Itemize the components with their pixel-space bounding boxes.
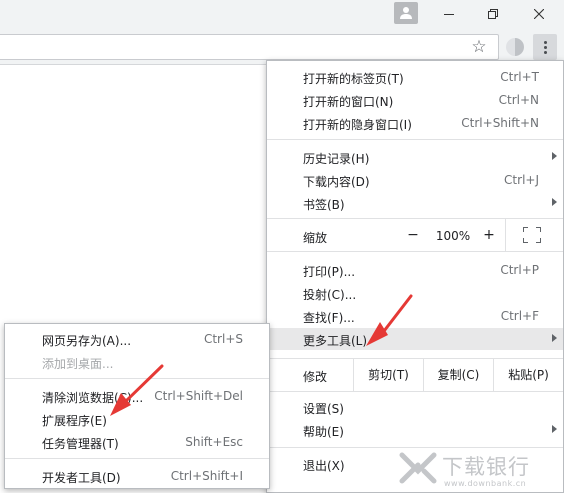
menu-item-label: 打开新的隐身窗口(I) [303,118,412,132]
menu-item-label: 书签(B) [303,198,345,212]
menu-item-label: 任务管理器(T) [42,437,119,451]
edit-row: 修改 剪切(T) 复制(C) 粘贴(P) [267,358,563,392]
copy-button[interactable]: 复制(C) [423,359,493,391]
menu-item-shortcut: Ctrl+N [498,93,539,107]
close-icon[interactable] [516,0,562,28]
menu-item-add-to-desktop: 添加到桌面... [5,351,269,373]
menu-item-label: 打开新的标签页(T) [303,72,404,86]
zoom-in-button[interactable]: + [477,226,501,244]
submenu-arrow-icon [552,152,557,160]
menu-kebab-icon[interactable] [533,34,557,60]
menu-item-bookmarks[interactable]: 书签(B) [267,192,563,214]
edit-label: 修改 [303,370,328,384]
menu-item-label: 添加到桌面... [42,357,114,371]
more-tools-submenu: 网页另存为(A)... Ctrl+S 添加到桌面... 清除浏览数据(C)...… [4,323,270,489]
menu-item-downloads[interactable]: 下载内容(D) Ctrl+J [267,169,563,191]
menu-item-more-tools[interactable]: 更多工具(L) [267,328,563,350]
menu-item-label: 退出(X) [303,459,345,473]
menu-item-shortcut: Ctrl+J [504,173,539,187]
zoom-level: 100% [435,229,471,243]
menu-item-new-incognito[interactable]: 打开新的隐身窗口(I) Ctrl+Shift+N [267,112,563,134]
menu-divider [5,378,269,379]
submenu-arrow-icon [552,198,557,206]
minimize-icon[interactable] [426,0,472,28]
zoom-row: 缩放 − 100% + [267,219,563,251]
menu-item-label: 下载内容(D) [303,175,370,189]
bookmark-star-icon[interactable]: ☆ [470,38,488,56]
menu-item-save-page[interactable]: 网页另存为(A)... Ctrl+S [5,328,269,350]
watermark-text: 下载银行 [442,455,530,479]
menu-item-history[interactable]: 历史记录(H) [267,146,563,168]
menu-item-shortcut: Ctrl+P [500,263,539,277]
menu-item-shortcut: Ctrl+Shift+Del [154,389,243,403]
watermark-url: www.downbank.cn [444,479,527,488]
title-bar [0,0,564,28]
menu-divider [267,447,563,448]
menu-item-label: 投射(C)... [303,288,357,302]
menu-item-print[interactable]: 打印(P)... Ctrl+P [267,259,563,281]
menu-item-label: 打印(P)... [303,265,356,279]
menu-item-task-manager[interactable]: 任务管理器(T) Shift+Esc [5,431,269,453]
menu-item-shortcut: Ctrl+Shift+I [170,469,243,483]
watermark-logo-icon [399,452,437,484]
menu-divider [267,139,563,140]
zoom-divider [505,219,506,251]
submenu-arrow-icon [552,334,557,342]
menu-item-dev-tools[interactable]: 开发者工具(D) Ctrl+Shift+I [5,465,269,487]
watermark: 下载银行 www.downbank.cn [398,449,558,489]
menu-item-clear-data[interactable]: 清除浏览数据(C)... Ctrl+Shift+Del [5,385,269,407]
menu-item-settings[interactable]: 设置(S) [267,396,563,418]
menu-divider [5,458,269,459]
menu-item-label: 清除浏览数据(C)... [42,391,144,405]
address-bar[interactable]: ☆ [0,34,499,60]
menu-item-new-tab[interactable]: 打开新的标签页(T) Ctrl+T [267,66,563,88]
restore-icon[interactable] [470,0,516,28]
chrome-main-menu: 打开新的标签页(T) Ctrl+T 打开新的窗口(N) Ctrl+N 打开新的隐… [266,60,564,493]
menu-item-label: 帮助(E) [303,425,344,439]
zoom-label: 缩放 [303,231,328,245]
menu-item-label: 设置(S) [303,402,344,416]
cut-button[interactable]: 剪切(T) [353,359,423,391]
paste-button[interactable]: 粘贴(P) [493,359,563,391]
menu-item-label: 打开新的窗口(N) [303,95,394,109]
menu-item-label: 扩展程序(E) [42,414,107,428]
menu-item-new-window[interactable]: 打开新的窗口(N) Ctrl+N [267,89,563,111]
menu-item-find[interactable]: 查找(F)... Ctrl+F [267,305,563,327]
menu-item-shortcut: Ctrl+Shift+N [461,116,539,130]
menu-item-extensions[interactable]: 扩展程序(E) [5,408,269,430]
profile-icon[interactable] [394,2,418,24]
menu-item-label: 历史记录(H) [303,152,370,166]
menu-divider [267,251,563,252]
menu-item-label: 更多工具(L) [303,334,368,348]
menu-item-cast[interactable]: 投射(C)... [267,282,563,304]
menu-item-label: 查找(F)... [303,311,355,325]
fullscreen-icon[interactable] [523,227,541,243]
menu-item-label: 开发者工具(D) [42,471,121,485]
zoom-out-button[interactable]: − [401,226,425,244]
menu-item-shortcut: Ctrl+F [500,309,539,323]
menu-item-shortcut: Ctrl+S [203,332,243,346]
menu-item-help[interactable]: 帮助(E) [267,419,563,441]
extension-icon[interactable] [506,38,524,56]
menu-item-shortcut: Ctrl+T [500,70,539,84]
menu-item-label: 网页另存为(A)... [42,334,132,348]
menu-item-shortcut: Shift+Esc [185,435,243,449]
submenu-arrow-icon [552,425,557,433]
